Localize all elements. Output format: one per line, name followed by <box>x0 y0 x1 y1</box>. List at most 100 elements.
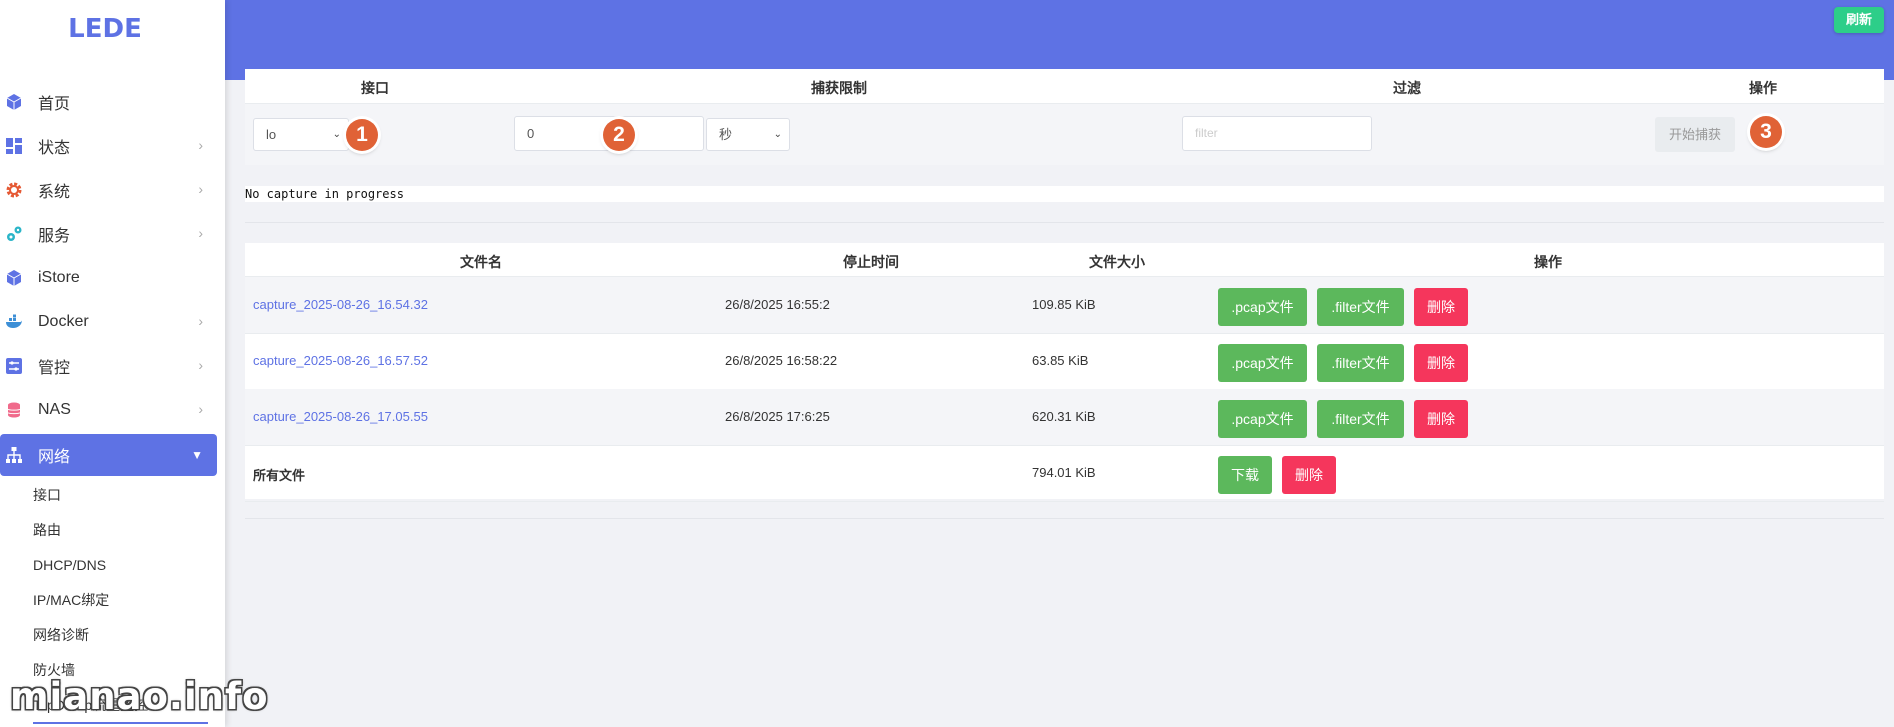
sidebar-item-istore[interactable]: iStore <box>0 256 217 300</box>
header-action: 操作 <box>1749 80 1777 96</box>
header-action: 操作 <box>1534 254 1562 270</box>
delete-button[interactable]: 删除 <box>1414 344 1468 382</box>
subitem-dhcp-dns[interactable]: DHCP/DNS <box>0 548 225 583</box>
sidebar-item-status[interactable]: 状态 › <box>0 124 217 168</box>
subitem-network-diagnostics[interactable]: 网络诊断 <box>0 618 225 653</box>
sidebar: LEDE 首页 状态 › 系统 › 服务 › iStore Docker › 管… <box>0 0 225 727</box>
divider <box>245 222 1884 223</box>
sidebar-item-label: 系统 <box>38 184 71 201</box>
stop-time: 26/8/2025 16:58:22 <box>725 353 838 368</box>
docker-icon <box>6 314 22 328</box>
interface-select-value: lo <box>266 127 277 142</box>
sidebar-item-docker[interactable]: Docker › <box>0 300 217 344</box>
sidebar-item-home[interactable]: 首页 <box>0 80 217 124</box>
sidebar-item-label: NAS <box>38 401 71 418</box>
dashboard-icon <box>6 138 22 154</box>
subitem-ip-mac-binding[interactable]: IP/MAC绑定 <box>0 583 225 618</box>
stop-time: 26/8/2025 16:55:2 <box>725 297 830 312</box>
capture-settings-table: 接口 捕获限制 过滤 操作 lo ⌄ 1 0 2 秒 ⌄ filter 开始捕获… <box>245 69 1884 165</box>
filter-input[interactable]: filter <box>1182 116 1372 151</box>
logo[interactable]: LEDE <box>0 14 210 44</box>
chevron-down-icon: ⌄ <box>773 129 782 140</box>
header-file-name: 文件名 <box>460 254 502 270</box>
status-text: No capture in progress <box>245 187 404 201</box>
active-subitem-underline <box>33 722 208 724</box>
sidebar-item-label: Docker <box>38 313 89 330</box>
subitem-routes[interactable]: 路由 <box>0 513 225 548</box>
network-icon <box>6 447 22 463</box>
chevron-right-icon: › <box>198 401 203 417</box>
file-size: 109.85 KiB <box>1032 297 1096 312</box>
table-row: capture_2025-08-26_17.05.55 26/8/2025 17… <box>245 389 1884 446</box>
annotation-badge-1: 1 <box>346 119 378 151</box>
file-size: 620.31 KiB <box>1032 409 1096 424</box>
file-name-link[interactable]: capture_2025-08-26_16.57.52 <box>253 353 428 368</box>
header-filter: 过滤 <box>1393 80 1421 96</box>
sidebar-item-control[interactable]: 管控 › <box>0 344 217 388</box>
sidebar-item-label: 管控 <box>38 360 71 377</box>
annotation-badge-3: 3 <box>1750 116 1782 148</box>
header-bar: 刷新 <box>225 0 1894 80</box>
interface-select[interactable]: lo ⌄ <box>253 118 349 151</box>
delete-button[interactable]: 删除 <box>1414 288 1468 326</box>
start-capture-button[interactable]: 开始捕获 <box>1655 117 1735 152</box>
chevron-down-icon: ⌄ <box>332 129 341 140</box>
capture-table-header: 接口 捕获限制 过滤 操作 <box>245 69 1884 104</box>
files-table-header: 文件名 停止时间 文件大小 操作 <box>245 243 1884 277</box>
services-icon <box>7 226 22 241</box>
capture-files-table: 文件名 停止时间 文件大小 操作 capture_2025-08-26_16.5… <box>245 243 1884 502</box>
delete-button[interactable]: 删除 <box>1414 400 1468 438</box>
capture-limit-value: 0 <box>527 126 535 141</box>
file-name-link[interactable]: capture_2025-08-26_17.05.55 <box>253 409 428 424</box>
filter-placeholder: filter <box>1195 126 1218 140</box>
chevron-right-icon: › <box>198 137 203 153</box>
table-row: capture_2025-08-26_16.54.32 26/8/2025 16… <box>245 277 1884 334</box>
sidebar-menu: 首页 状态 › 系统 › 服务 › iStore Docker › 管控 › N… <box>0 80 225 723</box>
sidebar-item-label: 网络 <box>38 449 71 466</box>
sidebar-item-label: iStore <box>38 269 80 286</box>
chevron-right-icon: › <box>198 181 203 197</box>
file-name-link[interactable]: capture_2025-08-26_16.54.32 <box>253 297 428 312</box>
sidebar-item-nas[interactable]: NAS › <box>0 388 217 432</box>
sidebar-item-system[interactable]: 系统 › <box>0 168 217 212</box>
table-row: capture_2025-08-26_16.57.52 26/8/2025 16… <box>245 333 1884 390</box>
all-files-size: 794.01 KiB <box>1032 465 1096 480</box>
download-filter-button[interactable]: .filter文件 <box>1317 288 1404 326</box>
cube-icon <box>6 270 22 286</box>
subitem-interfaces[interactable]: 接口 <box>0 478 225 513</box>
sidebar-item-services[interactable]: 服务 › <box>0 212 217 256</box>
time-unit-select[interactable]: 秒 ⌄ <box>706 118 790 151</box>
sliders-icon <box>6 358 22 374</box>
file-size: 63.85 KiB <box>1032 353 1089 368</box>
capture-table-row: lo ⌄ 1 0 2 秒 ⌄ filter 开始捕获 3 <box>245 104 1884 165</box>
download-filter-button[interactable]: .filter文件 <box>1317 400 1404 438</box>
database-icon <box>7 402 21 418</box>
capture-status: No capture in progress <box>245 186 1884 202</box>
all-files-label: 所有文件 <box>253 468 306 483</box>
download-pcap-button[interactable]: .pcap文件 <box>1218 400 1307 438</box>
header-file-size: 文件大小 <box>1089 254 1145 270</box>
sidebar-item-network[interactable]: 网络 ▼ <box>0 434 217 476</box>
header-interface: 接口 <box>361 80 389 96</box>
download-all-button[interactable]: 下载 <box>1218 456 1272 494</box>
chevron-right-icon: › <box>198 313 203 329</box>
download-pcap-button[interactable]: .pcap文件 <box>1218 288 1307 326</box>
sidebar-item-label: 首页 <box>38 96 71 113</box>
header-capture-limit: 捕获限制 <box>811 80 867 96</box>
chevron-right-icon: › <box>198 357 203 373</box>
sidebar-item-label: 服务 <box>38 228 71 245</box>
divider <box>245 518 1884 519</box>
chevron-down-icon: ▼ <box>191 448 203 462</box>
chevron-right-icon: › <box>198 225 203 241</box>
table-row-all-files: 所有文件 794.01 KiB 下载 删除 <box>245 445 1884 502</box>
sidebar-item-label: 状态 <box>38 140 71 157</box>
delete-all-button[interactable]: 删除 <box>1282 456 1336 494</box>
refresh-button[interactable]: 刷新 <box>1833 7 1884 33</box>
watermark: mianao.info <box>10 675 269 718</box>
download-filter-button[interactable]: .filter文件 <box>1317 344 1404 382</box>
stop-time: 26/8/2025 17:6:25 <box>725 409 830 424</box>
download-pcap-button[interactable]: .pcap文件 <box>1218 344 1307 382</box>
cube-icon <box>6 94 22 110</box>
time-unit-value: 秒 <box>719 127 733 142</box>
gear-icon <box>6 182 22 198</box>
